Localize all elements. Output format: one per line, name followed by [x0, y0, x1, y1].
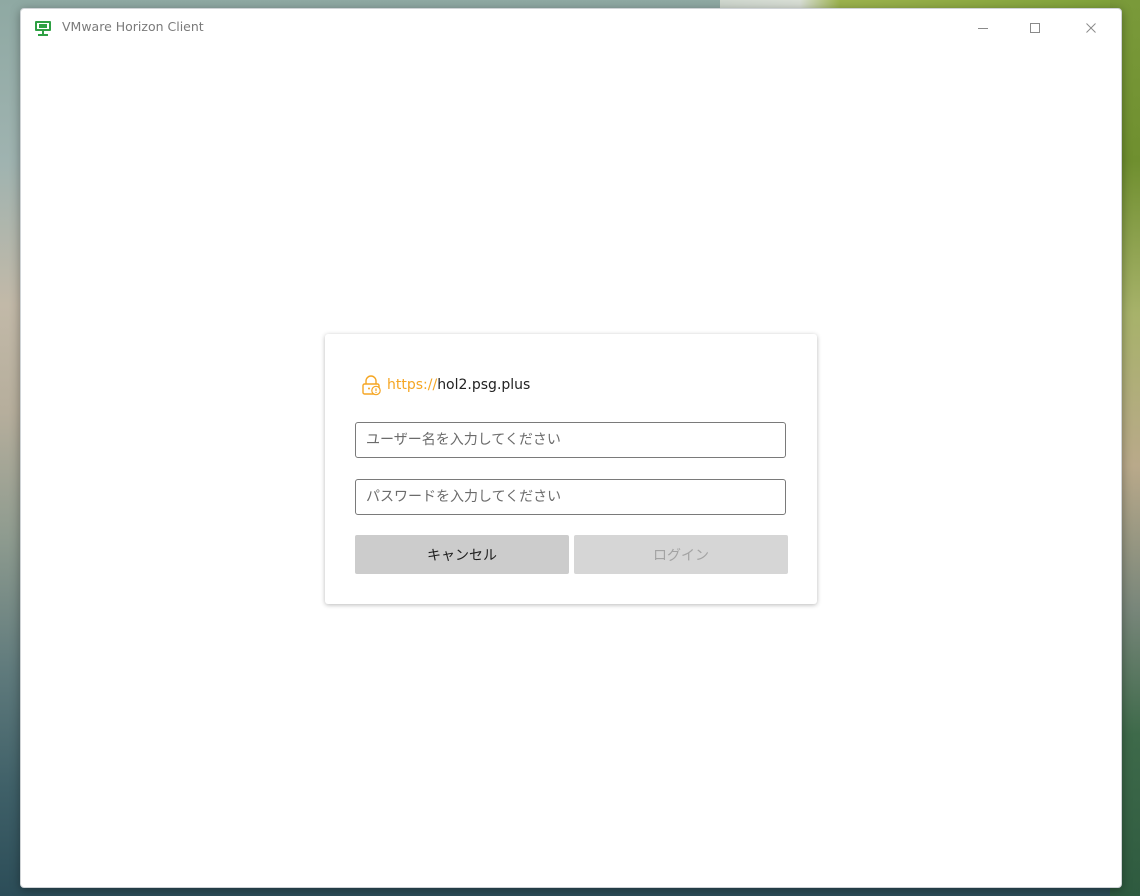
minimize-icon — [978, 28, 988, 29]
login-dialog: https://hol2.psg.plus キャンセル ログイン — [325, 334, 817, 604]
username-field[interactable] — [355, 422, 786, 458]
password-field[interactable] — [355, 479, 786, 515]
desktop-background: VMware Horizon Client https:// hol2.psg.… — [0, 0, 1140, 896]
minimize-button[interactable] — [961, 9, 1005, 47]
maximize-icon — [1030, 23, 1040, 33]
maximize-button[interactable] — [1013, 9, 1057, 47]
title-bar[interactable]: VMware Horizon Client — [21, 9, 1121, 47]
lock-warning-icon[interactable] — [360, 374, 382, 396]
server-address: https://hol2.psg.plus — [360, 374, 530, 396]
login-button[interactable]: ログイン — [574, 535, 788, 574]
cancel-button[interactable]: キャンセル — [355, 535, 569, 574]
window-title: VMware Horizon Client — [62, 19, 204, 34]
vmware-horizon-icon — [35, 21, 51, 36]
close-button[interactable] — [1069, 9, 1113, 47]
server-url-host: hol2.psg.plus — [437, 377, 531, 393]
horizon-client-window: VMware Horizon Client https:// hol2.psg.… — [20, 8, 1122, 888]
close-icon — [1086, 23, 1096, 33]
server-url-scheme: https:// — [387, 377, 438, 393]
